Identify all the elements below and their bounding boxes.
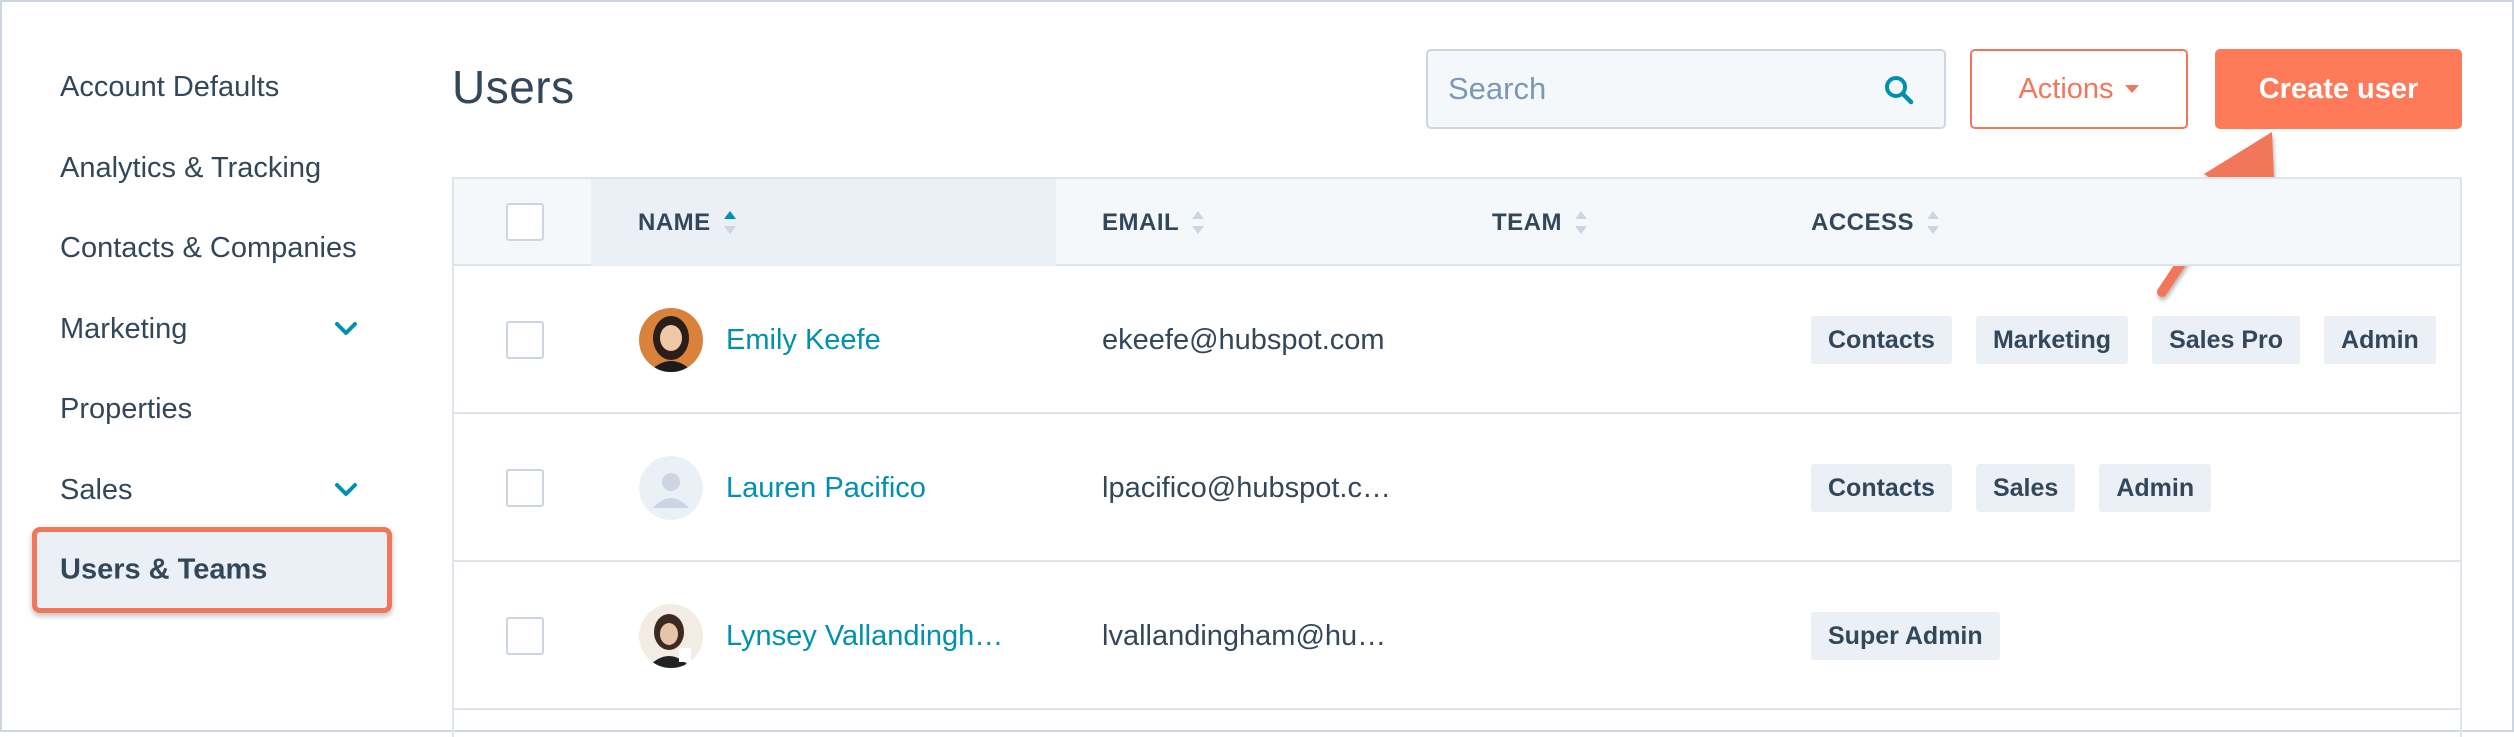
sidebar-item-label: Properties bbox=[60, 392, 193, 425]
column-header-access[interactable]: ACCESS bbox=[1811, 179, 1940, 266]
create-user-label: Create user bbox=[2258, 72, 2419, 105]
sort-icon bbox=[1927, 210, 1940, 234]
caret-down-icon bbox=[2124, 85, 2139, 93]
avatar bbox=[639, 308, 703, 372]
user-name-link[interactable]: Emily Keefe bbox=[726, 266, 881, 414]
access-tag: Contacts bbox=[1811, 464, 1952, 512]
window-frame: Account Defaults Analytics & Tracking Co… bbox=[0, 0, 2514, 737]
row-checkbox[interactable] bbox=[506, 617, 544, 655]
sidebar-item-sales[interactable]: Sales bbox=[60, 460, 390, 520]
sort-icon bbox=[1192, 210, 1205, 234]
search-box[interactable] bbox=[1426, 49, 1946, 129]
column-header-label: TEAM bbox=[1492, 208, 1562, 236]
sidebar-item-analytics-tracking[interactable]: Analytics & Tracking bbox=[60, 138, 390, 198]
access-tags: Contacts Sales Admin bbox=[1811, 414, 2212, 562]
sidebar-item-marketing[interactable]: Marketing bbox=[60, 299, 390, 359]
sidebar-item-label: Users & Teams bbox=[60, 553, 268, 586]
sidebar-item-label: Account Defaults bbox=[60, 70, 280, 103]
create-user-button[interactable]: Create user bbox=[2215, 49, 2462, 129]
column-header-label: ACCESS bbox=[1811, 208, 1915, 236]
sidebar-item-account-defaults[interactable]: Account Defaults bbox=[60, 57, 390, 117]
column-header-name[interactable]: NAME bbox=[638, 179, 737, 266]
actions-dropdown-button[interactable]: Actions bbox=[1970, 49, 2188, 129]
table-row: Emily Keefe ekeefe@hubspot.com Contacts … bbox=[454, 266, 2460, 414]
table-header: NAME EMAIL TEAM ACCESS bbox=[454, 179, 2460, 266]
access-tag: Marketing bbox=[1975, 316, 2129, 364]
sidebar-item-label: Contacts & Companies bbox=[60, 231, 357, 264]
column-header-team[interactable]: TEAM bbox=[1492, 179, 1588, 266]
chevron-down-icon[interactable] bbox=[332, 315, 360, 343]
access-tag: Sales Pro bbox=[2152, 316, 2301, 364]
settings-sidebar: Account Defaults Analytics & Tracking Co… bbox=[2, 2, 422, 734]
access-tag: Sales bbox=[1975, 464, 2076, 512]
access-tag: Admin bbox=[2324, 316, 2436, 364]
select-all-checkbox[interactable] bbox=[506, 203, 544, 241]
sidebar-item-label: Marketing bbox=[60, 312, 188, 345]
user-email: lpacifico@hubspot.c… bbox=[1102, 471, 1391, 504]
table-row: Lynsey Vallandingh… lvallandingham@hu… S… bbox=[454, 562, 2460, 710]
access-tags: Super Admin bbox=[1811, 562, 2000, 710]
users-table: NAME EMAIL TEAM ACCESS Emily Keefe ekeef… bbox=[452, 177, 2462, 737]
sidebar-item-label: Analytics & Tracking bbox=[60, 151, 322, 184]
sidebar-item-label: Sales bbox=[60, 473, 133, 506]
avatar-placeholder bbox=[639, 456, 703, 520]
user-email: ekeefe@hubspot.com bbox=[1102, 323, 1385, 356]
row-checkbox[interactable] bbox=[506, 469, 544, 507]
actions-label: Actions bbox=[2018, 72, 2114, 105]
access-tags: Contacts Marketing Sales Pro Admin bbox=[1811, 266, 2436, 414]
table-row: Lauren Pacifico lpacifico@hubspot.c… Con… bbox=[454, 414, 2460, 562]
column-header-label: EMAIL bbox=[1102, 208, 1180, 236]
row-checkbox[interactable] bbox=[506, 321, 544, 359]
page-title: Users bbox=[452, 61, 575, 113]
sidebar-item-properties[interactable]: Properties bbox=[60, 379, 390, 439]
column-header-label: NAME bbox=[638, 208, 711, 236]
access-tag: Contacts bbox=[1811, 316, 1952, 364]
chevron-down-icon[interactable] bbox=[332, 476, 360, 504]
sidebar-item-contacts-companies[interactable]: Contacts & Companies bbox=[60, 218, 390, 278]
sort-ascending-icon bbox=[723, 210, 736, 234]
access-tag: Admin bbox=[2099, 464, 2212, 512]
avatar bbox=[639, 604, 703, 668]
user-name-link[interactable]: Lauren Pacifico bbox=[726, 414, 926, 562]
user-email: lvallandingham@hu… bbox=[1102, 619, 1387, 652]
search-input[interactable] bbox=[1448, 51, 1868, 127]
sidebar-item-users-teams[interactable]: Users & Teams bbox=[32, 527, 392, 613]
user-name-link[interactable]: Lynsey Vallandingh… bbox=[726, 562, 1003, 710]
access-tag: Super Admin bbox=[1811, 612, 2000, 660]
sort-icon bbox=[1575, 210, 1587, 234]
column-header-email[interactable]: EMAIL bbox=[1102, 179, 1205, 266]
search-icon[interactable] bbox=[1882, 73, 1916, 107]
